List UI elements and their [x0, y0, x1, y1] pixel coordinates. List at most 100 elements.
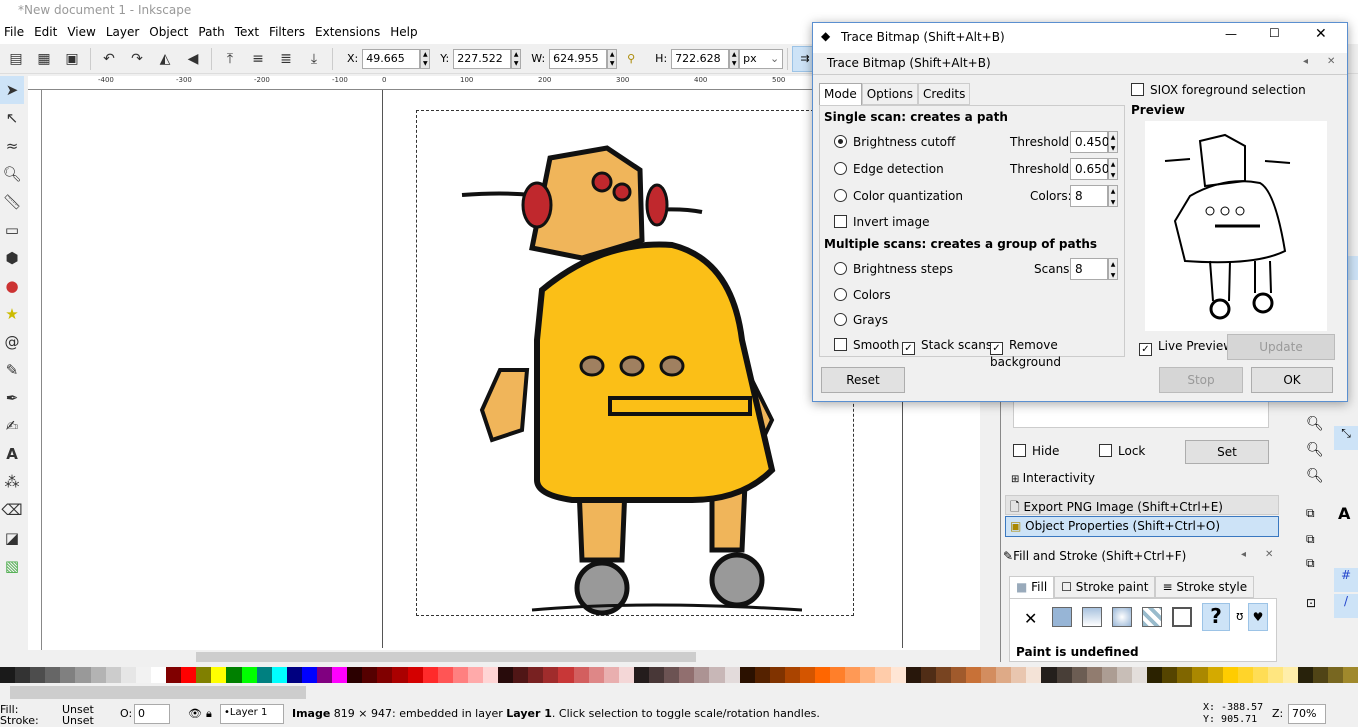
set-button[interactable]: Set — [1185, 440, 1269, 464]
color-swatch[interactable] — [1116, 667, 1133, 683]
lock-icon[interactable]: 🔒︎ — [206, 707, 212, 721]
color-swatch[interactable] — [1101, 667, 1117, 683]
color-swatch[interactable] — [1056, 667, 1072, 683]
robot-image[interactable] — [442, 140, 802, 640]
color-swatch[interactable] — [528, 667, 544, 683]
raise-to-top-icon[interactable]: ⤒ — [220, 49, 240, 69]
color-swatch[interactable] — [211, 667, 227, 683]
spinner[interactable]: ▲ ▼ — [1108, 158, 1118, 180]
color-swatch[interactable] — [890, 667, 906, 683]
unset-paint-icon[interactable]: ? — [1202, 603, 1230, 631]
menu-edit[interactable]: Edit — [30, 22, 63, 44]
brightness-radio[interactable] — [834, 135, 847, 148]
menu-help[interactable]: Help — [386, 22, 423, 44]
color-swatch[interactable] — [513, 667, 529, 683]
clone-icon[interactable]: ⧉ — [1306, 532, 1315, 547]
siox-checkbox[interactable] — [1131, 83, 1144, 96]
tab-mode[interactable]: Mode — [819, 83, 862, 105]
color-swatch[interactable] — [483, 667, 499, 683]
color-swatch[interactable] — [75, 667, 91, 683]
close-icon[interactable]: ✕ — [1315, 26, 1327, 42]
menu-file[interactable]: File — [0, 22, 30, 44]
color-swatch[interactable] — [1252, 667, 1268, 683]
pen-tool-icon[interactable]: ✒ — [0, 384, 24, 412]
stroke-indicator[interactable]: Unset — [62, 714, 94, 727]
x-field[interactable]: 49.665 — [362, 48, 421, 69]
horizontal-scrollbar[interactable] — [28, 650, 990, 664]
y-field[interactable]: 227.522 — [453, 48, 512, 69]
color-swatch[interactable] — [1222, 667, 1238, 683]
swatch-icon[interactable] — [1172, 607, 1192, 627]
color-swatch[interactable] — [966, 667, 982, 683]
color-swatch[interactable] — [45, 667, 61, 683]
edge-threshold-field[interactable]: 0.650 — [1070, 158, 1109, 180]
fill-rule-nonzero-icon[interactable]: ♥ — [1248, 603, 1268, 631]
spinner[interactable]: ▲ ▼ — [1108, 131, 1118, 153]
color-swatch[interactable] — [1313, 667, 1329, 683]
menu-path[interactable]: Path — [194, 22, 230, 44]
menu-extensions[interactable]: Extensions — [311, 22, 386, 44]
color-swatch[interactable] — [196, 667, 212, 683]
select-all-layers-icon[interactable]: ▣ — [62, 49, 82, 69]
color-swatch[interactable] — [392, 667, 408, 683]
w-field[interactable]: 624.955 — [549, 48, 608, 69]
color-swatch[interactable] — [1026, 667, 1042, 683]
color-swatch[interactable] — [150, 667, 167, 683]
radial-gradient-icon[interactable] — [1112, 607, 1132, 627]
description-textarea[interactable] — [1013, 400, 1269, 428]
unit-select[interactable]: px ⌄ — [739, 48, 784, 69]
color-swatch[interactable] — [1267, 667, 1283, 683]
color-swatch[interactable] — [784, 667, 800, 683]
color-swatch[interactable] — [135, 667, 151, 683]
select-all-icon[interactable]: ▦ — [34, 49, 54, 69]
color-swatch[interactable] — [256, 667, 272, 683]
x-spinner[interactable]: ▲ ▼ — [420, 48, 431, 69]
palette-scroll-thumb[interactable] — [10, 686, 306, 699]
color-swatch[interactable] — [286, 667, 302, 683]
color-swatch[interactable] — [15, 667, 31, 683]
color-swatch[interactable] — [437, 667, 453, 683]
pattern-icon[interactable] — [1142, 607, 1162, 627]
lock-checkbox[interactable] — [1099, 444, 1112, 457]
color-swatch[interactable] — [588, 667, 604, 683]
color-swatch[interactable] — [452, 667, 468, 683]
color-swatch[interactable] — [1011, 667, 1027, 683]
colors-radio[interactable] — [834, 288, 847, 301]
brightness-threshold-field[interactable]: 0.450 — [1070, 131, 1109, 153]
color-swatch[interactable] — [181, 667, 197, 683]
scans-field[interactable]: 8 — [1070, 258, 1108, 280]
color-swatch[interactable] — [467, 667, 483, 683]
color-swatch[interactable] — [60, 667, 76, 683]
ellipse-tool-icon[interactable]: ● — [0, 272, 24, 300]
color-swatch[interactable] — [105, 667, 121, 683]
color-swatch[interactable] — [332, 667, 348, 683]
color-swatch[interactable] — [830, 667, 846, 683]
color-swatch[interactable] — [754, 667, 770, 683]
zoom-field[interactable]: 70% — [1288, 704, 1326, 724]
color-swatch[interactable] — [1177, 667, 1193, 683]
color-swatch[interactable] — [633, 667, 650, 683]
duplicate-icon[interactable]: ⧉ — [1306, 506, 1315, 521]
grays-radio[interactable] — [834, 313, 847, 326]
edge-radio[interactable] — [834, 162, 847, 175]
color-swatch[interactable] — [226, 667, 242, 683]
measure-tool-icon[interactable]: 📏︎ — [0, 188, 24, 216]
color-swatch[interactable] — [1207, 667, 1223, 683]
maximize-icon[interactable]: ☐ — [1269, 26, 1280, 40]
layer-select[interactable]: •Layer 1 — [220, 704, 284, 724]
spinner[interactable]: ▲ ▼ — [1108, 258, 1118, 280]
menu-layer[interactable]: Layer — [102, 22, 145, 44]
linear-gradient-icon[interactable] — [1082, 607, 1102, 627]
color-swatch[interactable] — [769, 667, 785, 683]
color-swatch[interactable] — [815, 667, 831, 683]
color-swatch[interactable] — [1237, 667, 1253, 683]
color-swatch[interactable] — [30, 667, 46, 683]
tab-credits[interactable]: Credits — [918, 83, 971, 105]
pencil-tool-icon[interactable]: ✎ — [0, 356, 24, 384]
document-icon[interactable]: ▤ — [6, 49, 26, 69]
color-swatch[interactable] — [362, 667, 378, 683]
text-tool-icon[interactable]: A — [0, 440, 24, 468]
calligraphy-tool-icon[interactable]: ✍ — [0, 412, 24, 440]
stack-scans-checkbox[interactable]: ✓ — [902, 342, 915, 355]
color-swatch[interactable] — [1328, 667, 1344, 683]
